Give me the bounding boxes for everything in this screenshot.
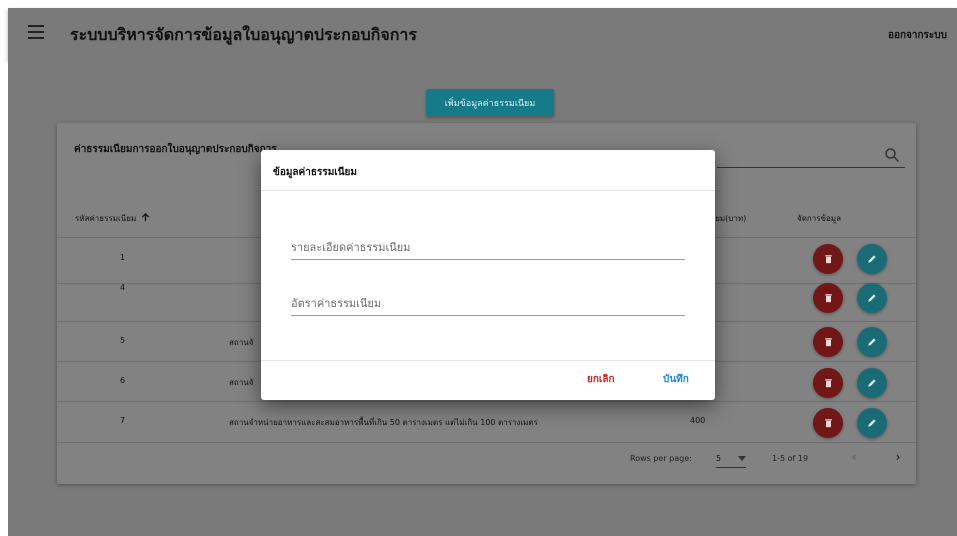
edit-button[interactable] [857,283,887,313]
cell-code: 6 [120,376,126,385]
table-title: ค่าธรรมเนียมการออกใบอนุญาตประกอบกิจการ [74,144,277,155]
trash-icon [824,419,832,428]
pencil-icon [868,419,876,427]
hamburger-menu-icon[interactable] [28,25,44,39]
delete-button[interactable] [813,408,843,438]
app-title: ระบบบริหารจัดการข้อมูลใบอนุญาตประกอบกิจก… [70,25,417,44]
pencil-icon [868,338,876,346]
arrow-up-icon [141,213,149,222]
search-icon[interactable] [883,146,901,164]
edit-button[interactable] [857,244,887,274]
save-button[interactable]: บันทึก [663,372,689,387]
delete-button[interactable] [813,368,843,398]
search-input[interactable] [717,167,905,168]
trash-icon [824,255,832,264]
edit-button[interactable] [857,327,887,357]
chevron-right-icon[interactable]: › [890,449,906,465]
dialog-title: ข้อมูลค่าธรรมเนียม [273,167,358,178]
delete-button[interactable] [813,244,843,274]
cell-code: 7 [120,416,126,425]
edit-button[interactable] [857,368,887,398]
pagination-range: 1-5 of 19 [772,454,809,463]
pencil-icon [868,294,876,302]
fee-detail-input[interactable] [291,236,685,260]
fee-dialog: ข้อมูลค่าธรรมเนียม ยกเลิก บันทึก [261,150,715,400]
logout-button[interactable]: ออกจากระบบ [888,28,947,43]
cell-detail: สถานจำหน่ายอาหารและสะสมอาหารพื้นที่เกิน … [229,418,538,427]
cell-detail: สถานจั [229,378,254,387]
pencil-icon [868,379,876,387]
pencil-icon [868,255,876,263]
cell-code: 4 [120,283,126,292]
cell-code: 1 [120,253,126,262]
cell-rate: 400 [690,416,706,425]
add-fee-button[interactable]: เพิ่มข้อมูลค่าธรรมเนียม [426,89,554,116]
cancel-button[interactable]: ยกเลิก [587,372,615,387]
row-divider [57,401,916,402]
edit-button[interactable] [857,408,887,438]
fee-rate-input[interactable] [291,292,685,316]
row-divider [57,442,916,443]
rows-per-page-label: Rows per page: [630,454,692,463]
column-header-code[interactable]: รหัสค่าธรรมเนียม [75,212,150,225]
trash-icon [824,379,832,388]
delete-button[interactable] [813,327,843,357]
dialog-divider [261,360,715,361]
delete-button[interactable] [813,283,843,313]
chevron-left-icon[interactable]: ‹ [846,449,862,465]
dialog-divider [261,190,715,191]
rows-per-page-value: 5 [716,454,722,463]
app-bar: ระบบบริหารจัดการข้อมูลใบอนุญาตประกอบกิจก… [8,8,957,60]
cell-detail: สถานจั [229,338,254,347]
rows-per-page-select[interactable]: 5 [716,450,746,468]
column-header-actions: จัดการข้อมูล [797,214,841,223]
column-header-code-label: รหัสค่าธรรมเนียม [75,214,137,223]
trash-icon [824,294,832,303]
cell-code: 5 [120,336,126,345]
trash-icon [824,338,832,347]
caret-down-icon [738,456,746,461]
